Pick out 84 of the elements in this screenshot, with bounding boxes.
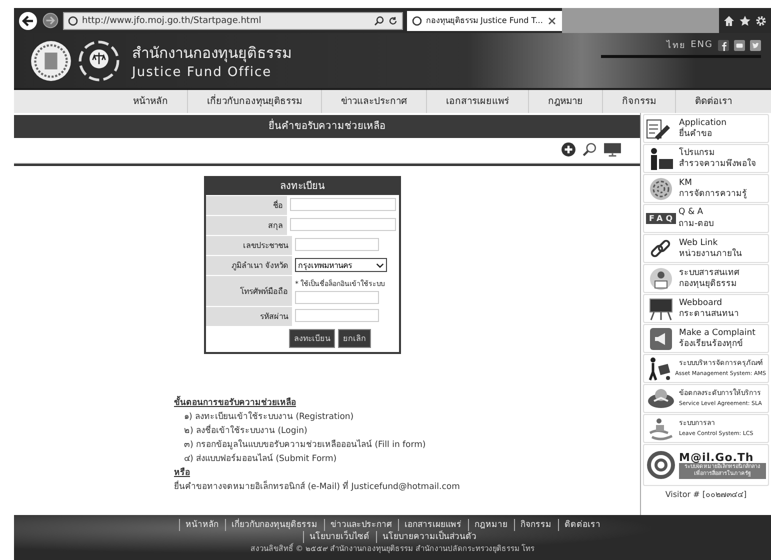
sidebar-link[interactable]: ระบบสารสนเทศ กองทุนยุติธรรม bbox=[643, 264, 769, 293]
input-field[interactable] bbox=[290, 198, 396, 211]
bird-icon[interactable] bbox=[750, 40, 761, 50]
home-icon[interactable] bbox=[723, 14, 735, 26]
policy-link[interactable]: นโยบายเว็บไซต์ bbox=[302, 531, 376, 543]
footer-link[interactable]: กฎหมาย bbox=[468, 519, 514, 531]
link-subtitle: กองทุนยุติธรรม bbox=[679, 278, 738, 290]
video-icon[interactable] bbox=[734, 40, 745, 50]
refresh-icon[interactable] bbox=[388, 16, 398, 26]
field-label: ชื่อ bbox=[206, 196, 287, 215]
step-text: ๔) ส่งแบบฟอร์มออนไลน์ (Submit Form) bbox=[183, 452, 337, 466]
sidebar-link[interactable]: Make a Complaint ร้องเรียนร้องทุกข์ bbox=[643, 324, 769, 353]
office-title: สำนักงานกองทุนยุติธรรม bbox=[132, 43, 292, 64]
faq-badge: FAQ bbox=[646, 213, 676, 224]
facebook-icon[interactable] bbox=[718, 40, 729, 50]
link-title: Make a Complaint bbox=[679, 328, 756, 338]
field-label: สกุล bbox=[206, 216, 287, 235]
language-link[interactable]: ไทย bbox=[666, 38, 686, 52]
footer-link[interactable]: ข่าวและประกาศ bbox=[324, 519, 398, 531]
settings-icon[interactable] bbox=[755, 14, 767, 26]
link-subtitle: หน่วยงานภายใน bbox=[679, 248, 742, 260]
sidebar-link[interactable]: KM การจัดการความรู้ bbox=[643, 174, 769, 203]
field-label: ภูมิลำเนา จังหวัด bbox=[206, 256, 292, 275]
page-icon bbox=[412, 16, 422, 26]
sidebar-link[interactable]: Web Link หน่วยงานภายใน bbox=[643, 234, 769, 263]
page-icon bbox=[68, 16, 78, 26]
star-icon[interactable] bbox=[739, 14, 751, 26]
office-subtitle: Justice Fund Office bbox=[132, 65, 273, 80]
form-button[interactable]: ยกเลิก bbox=[338, 329, 371, 348]
chevron-icon bbox=[376, 262, 384, 268]
steps-heading: ขั้นตอนการขอรับความช่วยเหลือ bbox=[174, 396, 296, 410]
link-title: KM bbox=[679, 178, 693, 188]
monitor-icon[interactable] bbox=[603, 142, 622, 157]
link-title: Application bbox=[679, 118, 726, 128]
link-subtitle: การจัดการความรู้ bbox=[679, 188, 747, 200]
link-title: Web Link bbox=[679, 238, 719, 248]
link-subtitle: สำรวจความพึงพอใจ bbox=[679, 158, 756, 170]
search-icon[interactable] bbox=[374, 16, 384, 26]
footer-link[interactable]: ติดต่อเรา bbox=[558, 519, 606, 531]
link-subtitle: ยื่นคำขอ bbox=[679, 128, 713, 140]
or-heading: หรือ bbox=[174, 466, 190, 480]
close-icon[interactable] bbox=[546, 16, 557, 26]
link-subtitle: ถาม-ตอบ bbox=[678, 219, 714, 230]
field-label: รหัสผ่าน bbox=[206, 307, 292, 326]
page-title: ยื่นคำขอรับความช่วยเหลือ bbox=[14, 115, 640, 138]
password-field[interactable] bbox=[295, 309, 379, 322]
email-instruction: ยื่นคำขอทางจดหมายอิเล็กทรอนิกส์ (e-Mail) ที่ Justicefund@hotmail.com bbox=[174, 480, 460, 494]
link-subtitle: กระดานสนทนา bbox=[679, 308, 739, 320]
visitor-counter: Visitor # [๐๐๒๗๓๔๔] bbox=[664, 489, 748, 501]
link-title: ระบบสารสนเทศ bbox=[679, 268, 739, 278]
step-text: ๓) กรอกข้อมูลในแบบขอรับความช่วยเหลือออนไลน์ (Fill in form) bbox=[183, 438, 426, 452]
footer-link[interactable]: หน้าหลัก bbox=[178, 519, 224, 531]
footer-link[interactable]: กิจกรรม bbox=[514, 519, 558, 531]
input-field[interactable] bbox=[295, 291, 379, 304]
language-link[interactable]: ENG bbox=[690, 40, 713, 50]
footer-link[interactable]: เกี่ยวกับกองทุนยุติธรรม bbox=[224, 519, 324, 531]
browser-tab[interactable]: กองทุนยุติธรรม Justice Fund T... bbox=[407, 10, 562, 30]
input-field[interactable] bbox=[295, 238, 379, 251]
step-text: ๒) ลงชื่อเข้าใช้ระบบงาน (Login) bbox=[183, 424, 308, 438]
input-field[interactable] bbox=[290, 218, 396, 231]
back-icon[interactable] bbox=[18, 10, 38, 30]
field-label: เลขประชาชน bbox=[206, 236, 292, 255]
step-text: ๑) ลงทะเบียนเข้าใช้ระบบงาน (Registration) bbox=[183, 410, 354, 424]
plus-icon[interactable] bbox=[561, 142, 576, 157]
scales-logo-icon bbox=[78, 40, 120, 82]
sidebar-link[interactable]: Webboard กระดานสนทนา bbox=[643, 294, 769, 323]
footer-link[interactable]: เอกสารเผยแพร่ bbox=[398, 519, 468, 531]
link-title: โปรแกรม bbox=[679, 148, 716, 158]
form-button[interactable]: ลงทะเบียน bbox=[289, 329, 335, 348]
forward-icon[interactable] bbox=[42, 12, 59, 29]
sidebar-link[interactable]: โปรแกรม สำรวจความพึงพอใจ bbox=[643, 144, 769, 173]
link-title: M@il.Go.Th bbox=[679, 452, 754, 462]
province-dropdown[interactable]: กรุงเทพมหานคร bbox=[295, 258, 387, 272]
field-label: โทรศัพท์มือถือ bbox=[206, 276, 292, 306]
sidebar-link[interactable]: Application ยื่นคำขอ bbox=[643, 114, 769, 143]
link-title: Q & A bbox=[678, 207, 704, 218]
policy-link[interactable]: นโยบายความเป็นส่วนตัว bbox=[376, 531, 482, 543]
address-field[interactable]: http://www.jfo.moj.go.th/Startpage.html bbox=[63, 12, 403, 30]
nav-link[interactable]: หน้าหลัก bbox=[114, 90, 187, 113]
form-title: ลงทะเบียน bbox=[206, 178, 399, 195]
emblem-icon bbox=[30, 40, 72, 82]
magnifier-icon[interactable] bbox=[582, 142, 597, 157]
link-subtitle: ร้องเรียนร้องทุกข์ bbox=[679, 338, 744, 350]
link-title: Webboard bbox=[679, 298, 724, 308]
